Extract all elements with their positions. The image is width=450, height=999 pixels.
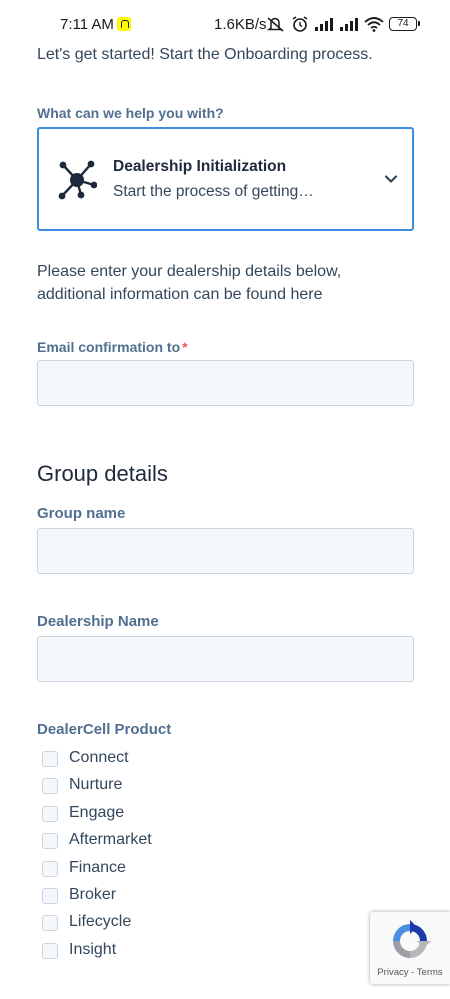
- checkbox[interactable]: [42, 861, 58, 877]
- selected-option-description: Start the process of getting…: [113, 183, 314, 200]
- help-field-label: What can we help you with?: [37, 105, 224, 121]
- checkbox-option[interactable]: Lifecycle: [42, 911, 242, 933]
- mute-icon: [266, 17, 284, 32]
- chevron-down-icon[interactable]: [384, 174, 398, 184]
- group-name-label: Group name: [37, 505, 126, 522]
- instructions-line-2: additional information can be found here: [37, 286, 323, 303]
- checkbox-option[interactable]: Engage: [42, 802, 242, 824]
- wifi-icon: [364, 17, 384, 32]
- network-icon: [58, 160, 97, 200]
- email-field[interactable]: [37, 360, 414, 406]
- dealership-name-label: Dealership Name: [37, 613, 159, 630]
- terms-link[interactable]: Terms: [417, 967, 443, 978]
- checkbox-label[interactable]: Insight: [69, 941, 116, 959]
- selected-option-title: Dealership Initialization: [113, 158, 287, 175]
- checkbox[interactable]: [42, 751, 58, 767]
- checkbox[interactable]: [42, 915, 58, 931]
- dealership-name-field[interactable]: [37, 636, 414, 682]
- checkbox-label[interactable]: Broker: [69, 886, 116, 904]
- group-name-field[interactable]: [37, 528, 414, 574]
- checkbox-label[interactable]: Lifecycle: [69, 913, 131, 931]
- required-marker: *: [182, 339, 188, 355]
- network-speed: 1.6KB/s: [214, 16, 267, 33]
- checkbox-option[interactable]: Nurture: [42, 774, 242, 796]
- checkbox-option[interactable]: Connect: [42, 747, 242, 769]
- checkbox-label[interactable]: Aftermarket: [69, 831, 152, 849]
- help-topic-select[interactable]: Dealership Initialization Start the proc…: [37, 127, 414, 231]
- checkbox-label[interactable]: Engage: [69, 804, 124, 822]
- alarm-icon: [292, 16, 308, 32]
- checkbox-option[interactable]: Broker: [42, 884, 242, 906]
- signal-icon: [315, 18, 333, 31]
- recaptcha-badge[interactable]: Privacy - Terms: [370, 912, 450, 984]
- checkbox-label[interactable]: Connect: [69, 749, 129, 767]
- battery-icon: 74: [389, 17, 420, 31]
- checkbox-label[interactable]: Nurture: [69, 776, 122, 794]
- instructions-line-1: Please enter your dealership details bel…: [37, 263, 342, 280]
- section-title-group-details: Group details: [37, 461, 168, 486]
- email-field-label-text: Email confirmation to: [37, 339, 181, 355]
- checkbox[interactable]: [42, 943, 58, 959]
- checkbox-option[interactable]: Aftermarket: [42, 829, 242, 851]
- email-field-label: Email confirmation to *: [37, 339, 188, 355]
- signal-icon: [340, 18, 358, 31]
- instructions-text: Please enter your dealership details bel…: [37, 260, 417, 306]
- status-time: 7:11 AM: [60, 16, 114, 33]
- checkbox[interactable]: [42, 888, 58, 904]
- intro-text: Let's get started! Start the Onboarding …: [37, 46, 373, 63]
- snapchat-icon: [117, 17, 131, 31]
- checkbox[interactable]: [42, 806, 58, 822]
- recaptcha-links: Privacy - Terms: [370, 967, 450, 978]
- checkbox-option[interactable]: Insight: [42, 939, 242, 961]
- status-bar: 7:11 AM 1.6KB/s 74: [0, 0, 450, 46]
- product-field-label: DealerCell Product: [37, 721, 172, 738]
- link-separator: -: [408, 967, 417, 978]
- checkbox-option[interactable]: Finance: [42, 857, 242, 879]
- privacy-link[interactable]: Privacy: [377, 967, 408, 978]
- checkbox[interactable]: [42, 833, 58, 849]
- checkbox[interactable]: [42, 778, 58, 794]
- recaptcha-icon: [393, 920, 431, 958]
- checkbox-label[interactable]: Finance: [69, 859, 126, 877]
